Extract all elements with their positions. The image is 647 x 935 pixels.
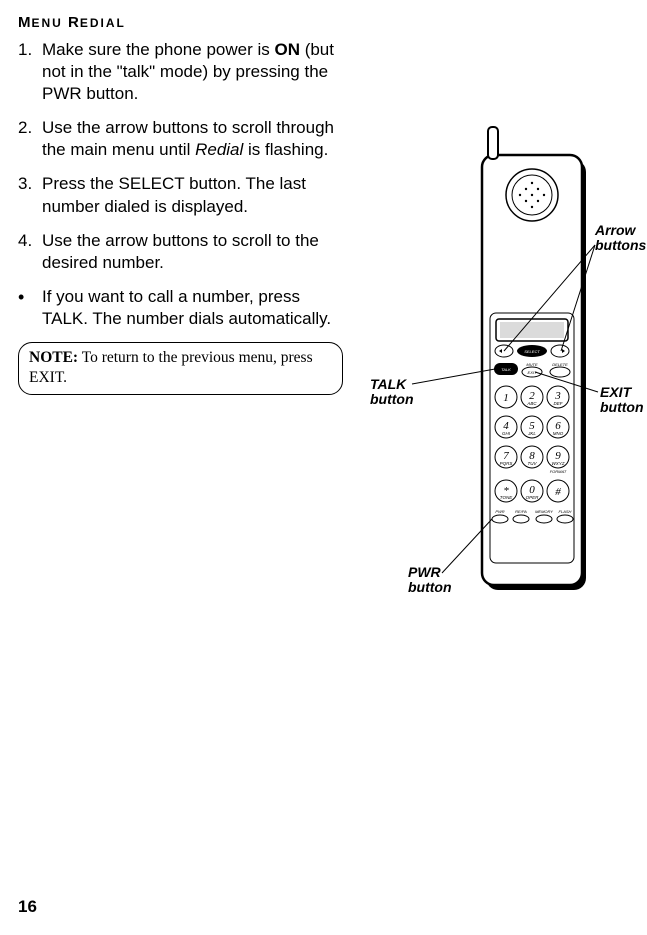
bullet-mark: •: [18, 286, 42, 330]
bullet-text: If you want to call a number, press TALK…: [42, 286, 343, 330]
note-label: NOTE:: [29, 349, 78, 366]
step-text: Use the arrow buttons to scroll through …: [42, 117, 343, 161]
title-sc1: ENU: [32, 16, 63, 30]
section-title: MENU REDIAL: [18, 14, 629, 31]
step-2: 2. Use the arrow buttons to scroll throu…: [18, 117, 343, 161]
svg-text:TUV: TUV: [528, 461, 538, 466]
callout-text: PWRbutton: [408, 564, 452, 595]
step-num: 4.: [18, 230, 42, 274]
svg-text:TONE: TONE: [500, 495, 513, 500]
step-text: Make sure the phone power is ON (but not…: [42, 39, 343, 105]
step-3: 3. Press the SELECT button. The last num…: [18, 173, 343, 217]
title-sc2: EDIAL: [80, 16, 126, 30]
svg-text:WXYZ: WXYZ: [552, 461, 565, 466]
key-select: SELECT: [524, 349, 540, 354]
phone-illustration: SELECT TALK MUTE EXIT DELETE 1 2 ABC 3 D…: [460, 125, 590, 605]
callout-text: EXITbutton: [600, 384, 644, 415]
label-mute: MUTE: [526, 362, 538, 367]
step-num: 3.: [18, 173, 42, 217]
svg-text:OPER: OPER: [526, 495, 540, 500]
step-num: 1.: [18, 39, 42, 105]
svg-text:RE/PA: RE/PA: [515, 509, 527, 514]
label-delete: DELETE: [552, 362, 568, 367]
page-number: 16: [18, 897, 37, 917]
svg-text:MEMORY: MEMORY: [535, 509, 553, 514]
instruction-list: 1. Make sure the phone power is ON (but …: [18, 39, 343, 330]
callout-pwr-button: PWRbutton: [408, 565, 452, 596]
title-cap2: R: [63, 14, 80, 31]
title-cap1: M: [18, 14, 32, 31]
callout-exit-button: EXITbutton: [600, 385, 644, 416]
svg-text:FLASH: FLASH: [559, 509, 572, 514]
bullet-item: • If you want to call a number, press TA…: [18, 286, 343, 330]
label-pwr: PWR: [495, 509, 504, 514]
callout-text: TALKbutton: [370, 376, 414, 407]
callout-arrow-buttons: Arrowbuttons: [595, 223, 646, 254]
step-text: Use the arrow buttons to scroll to the d…: [42, 230, 343, 274]
svg-text:DEF: DEF: [554, 401, 563, 406]
phone-diagram: Arrowbuttons TALKbutton EXITbutton PWRbu…: [370, 125, 640, 645]
svg-text:ABC: ABC: [526, 401, 537, 406]
step-1: 1. Make sure the phone power is ON (but …: [18, 39, 343, 105]
svg-text:JKL: JKL: [527, 431, 536, 436]
callout-text: Arrowbuttons: [595, 222, 646, 253]
key-exit: EXIT: [528, 370, 537, 375]
svg-text:GHI: GHI: [502, 431, 511, 436]
svg-text:PQRS: PQRS: [500, 461, 513, 466]
key-talk: TALK: [501, 367, 511, 372]
svg-text:#: #: [555, 486, 561, 498]
step-num: 2.: [18, 117, 42, 161]
step-4: 4. Use the arrow buttons to scroll to th…: [18, 230, 343, 274]
step-text: Press the SELECT button. The last number…: [42, 173, 343, 217]
note-box: NOTE: To return to the previous menu, pr…: [18, 342, 343, 395]
svg-text:FORMAT: FORMAT: [550, 469, 567, 474]
svg-text:MNO: MNO: [553, 431, 564, 436]
svg-text:1: 1: [503, 392, 509, 404]
callout-talk-button: TALKbutton: [370, 377, 414, 408]
